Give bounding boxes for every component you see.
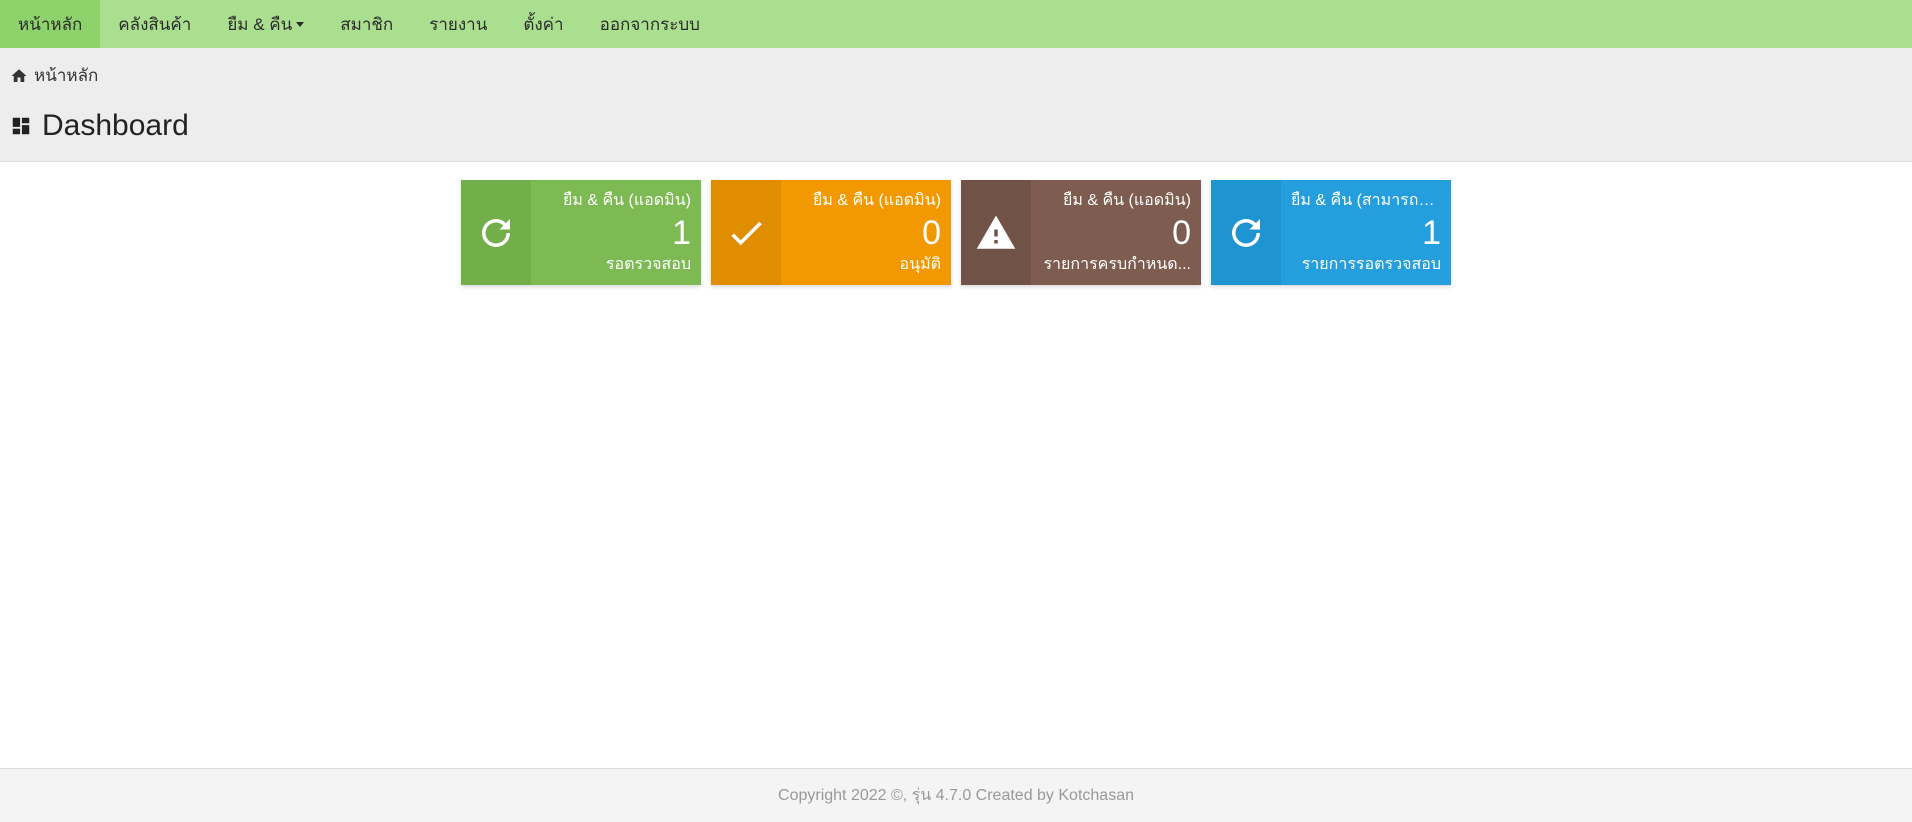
nav-item-5[interactable]: ตั้งค่า (505, 0, 581, 48)
nav-item-label: หน้าหลัก (18, 11, 82, 38)
dashboard-card-0[interactable]: ยืม & คืน (แอดมิน) 1รอตรวจสอบ (461, 180, 701, 285)
page-header: Dashboard (0, 99, 1912, 162)
warning-icon (961, 180, 1031, 285)
card-value: 0 (1041, 216, 1191, 250)
nav-item-3[interactable]: สมาชิก (322, 0, 411, 48)
card-title: ยืม & คืน (แอดมิน) (791, 188, 941, 213)
card-desc: อนุมัติ (791, 252, 941, 277)
footer-text: Copyright 2022 ©, รุ่น 4.7.0 Created by … (778, 787, 1134, 804)
refresh-icon (1211, 180, 1281, 285)
dashboard-card-1[interactable]: ยืม & คืน (แอดมิน) 0อนุมัติ (711, 180, 951, 285)
card-value: 1 (541, 216, 691, 250)
refresh-icon (461, 180, 531, 285)
card-title: ยืม & คืน (สามารถอ... (1291, 188, 1441, 213)
nav-item-0[interactable]: หน้าหลัก (0, 0, 100, 48)
breadcrumb-home[interactable]: หน้าหลัก (34, 62, 98, 89)
home-icon (10, 67, 28, 85)
nav-item-1[interactable]: คลังสินค้า (100, 0, 209, 48)
main-navbar: หน้าหลัก คลังสินค้า ยืม & คืน สมาชิก รายงาน ต… (0, 0, 1912, 48)
chevron-down-icon (296, 22, 304, 27)
card-title: ยืม & คืน (แอดมิน) (1041, 188, 1191, 213)
dashboard-cards: ยืม & คืน (แอดมิน)1รอตรวจสอบยืม & คืน (แ… (0, 162, 1912, 303)
nav-item-label: สมาชิก (340, 11, 393, 38)
dashboard-icon (10, 115, 32, 137)
card-desc: รายการครบกำหนด... (1041, 252, 1191, 277)
nav-item-6[interactable]: ออกจากระบบ (582, 0, 718, 48)
card-desc: รายการรอตรวจสอบ (1291, 252, 1441, 277)
dashboard-card-3[interactable]: ยืม & คืน (สามารถอ... 1รายการรอตรวจสอบ (1211, 180, 1451, 285)
nav-item-label: ออกจากระบบ (600, 11, 700, 38)
card-value: 0 (791, 216, 941, 250)
nav-item-4[interactable]: รายงาน (411, 0, 505, 48)
nav-item-2[interactable]: ยืม & คืน (209, 0, 322, 48)
card-desc: รอตรวจสอบ (541, 252, 691, 277)
breadcrumb: หน้าหลัก (0, 48, 1912, 99)
card-title: ยืม & คืน (แอดมิน) (541, 188, 691, 213)
check-icon (711, 180, 781, 285)
footer: Copyright 2022 ©, รุ่น 4.7.0 Created by … (0, 768, 1912, 822)
nav-item-label: ตั้งค่า (523, 11, 563, 38)
nav-item-label: ยืม & คืน (227, 11, 292, 38)
dashboard-card-2[interactable]: ยืม & คืน (แอดมิน) 0รายการครบกำหนด... (961, 180, 1201, 285)
nav-item-label: คลังสินค้า (118, 11, 191, 38)
page-title: Dashboard (42, 109, 189, 143)
nav-item-label: รายงาน (429, 11, 487, 38)
card-value: 1 (1291, 216, 1441, 250)
